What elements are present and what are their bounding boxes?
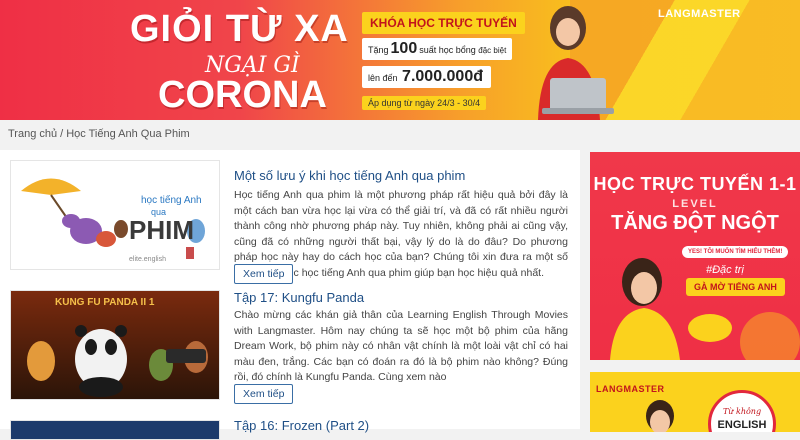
ad-person-illustration [646,400,674,432]
ad-cta-button[interactable]: GÀ MỜ TIẾNG ANH [686,278,785,296]
article-title[interactable]: Tập 16: Frozen (Part 2) [234,418,369,433]
ad-hashtag: #Đặc trị [706,264,744,276]
poster-text-top: học tiếng Anh [141,194,202,206]
sidebar-ad-online-course[interactable]: HỌC TRỰC TUYẾN 1-1 LEVEL TĂNG ĐỘT NGỘT Y… [590,152,800,360]
sidebar-ad-english[interactable]: LANGMASTER Từ không ENGLISH [590,372,800,432]
poster-title: KUNG FU PANDA II 1 [55,297,155,308]
ad-badge: Từ không ENGLISH [708,390,776,432]
ad-headline-1: HỌC TRỰC TUYẾN 1-1 [593,174,797,194]
brand-logo: LANGMASTER [658,8,741,20]
article-item: học tiếng Anh qua PHIM elite.english Một… [10,160,576,284]
movie-poster-image: KUNG FU PANDA II 1 [11,291,219,399]
offer-suffix-2: đặc biệt [478,46,507,55]
breadcrumb-current[interactable]: Học Tiếng Anh Qua Phim [66,128,190,140]
ad-headline-2: LEVEL [672,198,718,210]
banner-headline-1: GIỎI TỪ XA [130,8,349,50]
ad-brand-logo: LANGMASTER [596,384,665,394]
banner-value: lên đến 7.000.000đ [362,66,491,88]
presenter-illustration [538,6,614,120]
offer-number: 100 [390,40,418,57]
offer-suffix: suất học bổng [419,45,476,55]
read-more-button[interactable]: Xem tiếp [234,384,294,404]
article-title[interactable]: Tập 17: Kungfu Panda [234,290,364,305]
banner-offer: Tặng 100 suất học bổng đặc biệt [362,38,513,60]
poster-text-main: PHIM [129,215,194,245]
article-thumbnail[interactable]: học tiếng Anh qua PHIM elite.english [10,160,220,270]
article-title[interactable]: Một số lưu ý khi học tiếng Anh qua phim [234,168,465,183]
offer-prefix: Tặng [368,45,389,55]
breadcrumb-separator: / [60,128,64,140]
value-amount: 7.000.000đ [402,68,483,85]
poster-footer: elite.english [129,256,166,263]
article-description: Chào mừng các khán giả thân của Learning… [234,309,568,383]
banner-date: Áp dụng từ ngày 24/3 - 30/4 [362,96,487,110]
ad-badge-text-1: Từ không [722,407,762,416]
ad-headline-3: TĂNG ĐỘT NGỘT [611,212,779,234]
article-list: học tiếng Anh qua PHIM elite.english Một… [0,150,580,440]
article-thumbnail[interactable]: KUNG FU PANDA II 1 [10,290,220,400]
banner-headline-3: CORONA [158,74,327,116]
article-item: Tập 16: Frozen (Part 2) [10,416,576,440]
ad-badge-text-2: ENGLISH [717,419,767,431]
article-item: KUNG FU PANDA II 1 Tập 17: Kungfu Panda … [10,290,576,410]
article-thumbnail[interactable] [10,420,220,440]
movie-poster-image: học tiếng Anh qua PHIM elite.english [21,178,205,263]
banner-course-label: KHÓA HỌC TRỰC TUYẾN [362,12,525,34]
promo-banner[interactable]: GIỎI TỪ XA NGẠI GÌ CORONA KHÓA HỌC TRỰC … [0,0,800,120]
ad-cta-pill[interactable]: YES! TÔI MUỐN TÌM HIỂU THÊM! [682,246,789,258]
breadcrumb: Trang chủ / Học Tiếng Anh Qua Phim [8,128,190,140]
read-more-button[interactable]: Xem tiếp [234,264,294,284]
breadcrumb-home[interactable]: Trang chủ [8,128,57,140]
value-prefix: lên đến [368,73,398,83]
